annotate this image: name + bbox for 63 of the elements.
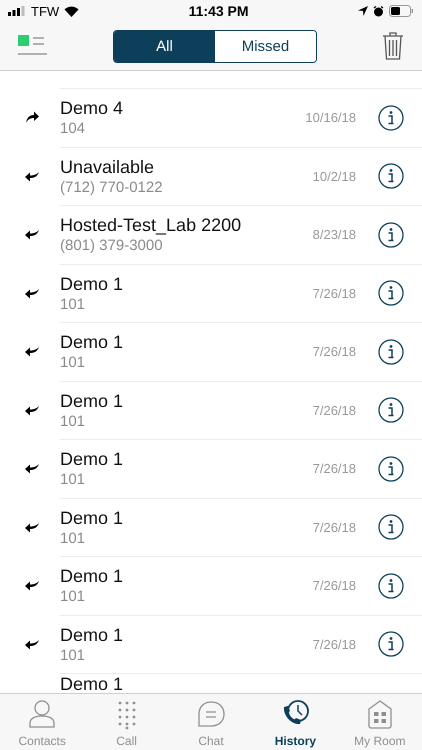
incoming-arrow-icon [24,461,40,476]
outgoing-arrow-icon [24,110,40,124]
info-icon[interactable] [378,104,404,131]
phone-number: 101 [60,353,86,372]
contact-name: Demo 1 [60,624,124,646]
phone-number: 101 [60,587,86,606]
info-icon[interactable] [378,456,404,482]
call-date: 7/26/18 [312,578,356,594]
phone-number: 101 [60,528,86,548]
trash-icon[interactable] [382,32,404,60]
tab-bar-item[interactable]: Chat [168,694,254,750]
call-date: 7/26/18 [312,520,356,535]
contact-name: Demo 1 [60,675,124,693]
call-date: 7/26/18 [312,461,356,476]
call-date: 10/2/18 [312,168,356,184]
phone-number: 101 [60,470,86,490]
filter-tab[interactable]: Missed [215,30,316,62]
phone-number: 104 [60,119,86,138]
info-icon[interactable] [378,514,404,540]
contact-name: Demo 1 [60,506,124,529]
contact-name: Demo 1 [60,390,124,412]
clock-time: 11:43 PM [188,3,249,19]
phone-number: (801) 379-3000 [60,236,164,256]
contact-name: Unavailable [60,156,156,178]
filter-tab[interactable]: All [114,30,215,62]
signal-icon [8,6,26,16]
contact-name: Hosted-Test_Lab 2200 [60,214,242,236]
tab-bar-item[interactable]: My Room [338,694,422,750]
contact-name: Demo 1 [60,331,124,354]
call-date: 7/26/18 [312,636,356,652]
incoming-arrow-icon [24,344,40,358]
contact-name: Demo 1 [60,272,124,295]
location-icon [358,6,368,16]
menu-icon[interactable] [18,35,48,57]
incoming-arrow-icon [24,227,40,242]
contact-name: Demo 1 [60,565,124,588]
info-icon[interactable] [378,280,404,306]
call-date: 7/26/18 [312,344,356,360]
info-icon[interactable] [378,572,404,599]
call-date: 7/26/18 [312,402,356,418]
call-date: 7/26/18 [312,286,356,301]
call-date: 10/16/18 [305,110,356,126]
info-icon[interactable] [378,222,404,248]
info-icon[interactable] [378,338,404,365]
carrier-name: TFW [31,4,60,18]
phone-number: 101 [60,294,86,314]
info-icon[interactable] [378,397,404,424]
contact-name: Demo 1 [60,448,124,470]
info-icon[interactable] [378,163,404,190]
phone-number: (712) 770-0122 [60,178,164,197]
info-icon[interactable] [378,631,404,658]
battery-icon [389,5,414,17]
tab-bar-item[interactable]: Call [84,694,169,750]
call-date: 8/23/18 [312,227,356,242]
wifi-icon [64,6,80,16]
alarm-icon [373,6,384,16]
phone-number: 101 [60,412,86,431]
contact-name: Demo 4 [60,97,124,120]
incoming-arrow-icon [24,578,40,592]
tab-bar-item[interactable]: History [253,694,338,750]
person-icon [27,699,58,730]
phone-number: 101 [60,646,86,665]
tab-bar-item[interactable]: Contacts [0,694,84,750]
